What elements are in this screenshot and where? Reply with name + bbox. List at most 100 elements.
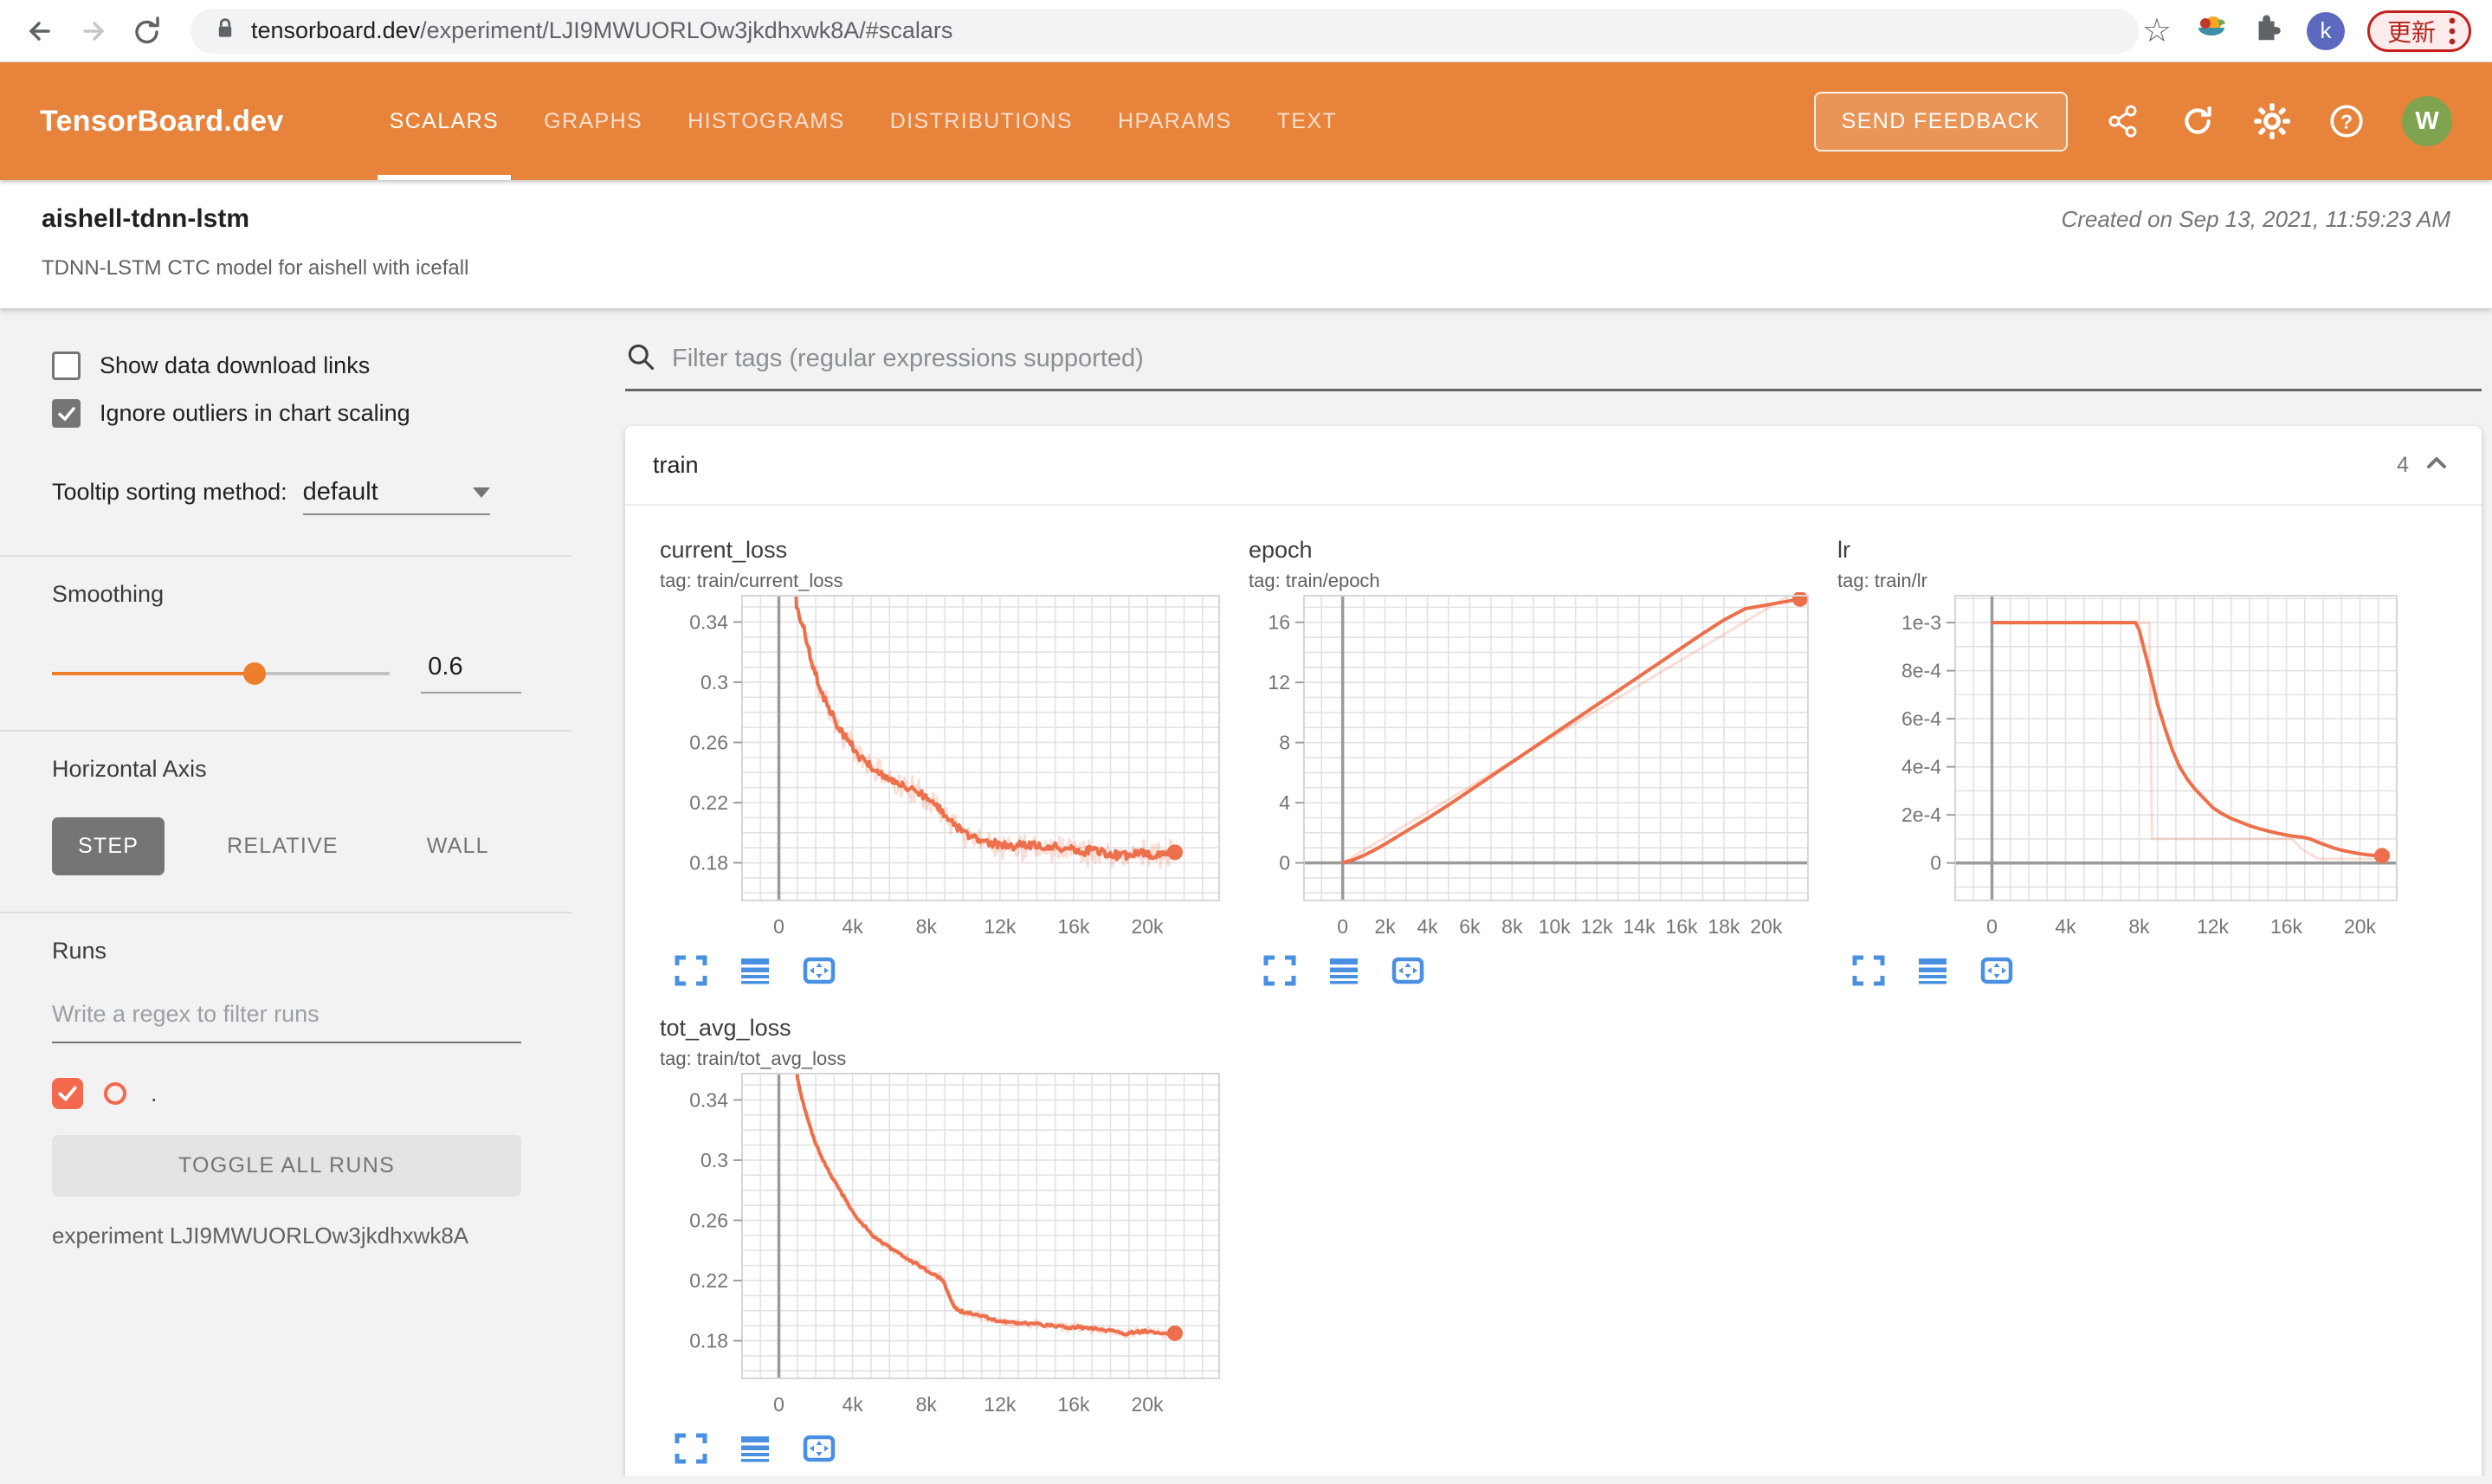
nav-tabs: SCALARS GRAPHS HISTOGRAMS DISTRIBUTIONS …: [367, 62, 1359, 180]
help-icon[interactable]: ?: [2327, 102, 2366, 140]
tag-filter-row: [625, 341, 2482, 391]
smoothing-slider[interactable]: [52, 661, 391, 685]
data-table-icon[interactable]: [1915, 953, 1950, 992]
runs-filter-input[interactable]: [52, 1001, 521, 1043]
svg-text:0.18: 0.18: [689, 1330, 728, 1352]
svg-text:0: 0: [773, 1393, 784, 1416]
run-checkbox[interactable]: [52, 1078, 83, 1109]
svg-text:0: 0: [1279, 852, 1290, 874]
checkbox-unchecked-icon[interactable]: [52, 352, 81, 380]
back-icon[interactable]: [21, 12, 59, 50]
tab-distributions[interactable]: DISTRIBUTIONS: [868, 62, 1095, 180]
tag-filter-input[interactable]: [672, 345, 2482, 373]
tab-hparams[interactable]: HPARAMS: [1095, 62, 1255, 180]
data-table-icon[interactable]: [1327, 953, 1361, 992]
expand-chart-icon[interactable]: [674, 953, 708, 992]
chart-title: current_loss: [660, 537, 788, 563]
experiment-description: TDNN-LSTM CTC model for aishell with ice…: [42, 256, 469, 280]
svg-text:4e-4: 4e-4: [1901, 756, 1941, 778]
axis-wall-button[interactable]: WALL: [401, 817, 515, 875]
svg-text:20k: 20k: [1131, 915, 1164, 938]
svg-text:2k: 2k: [1374, 915, 1396, 938]
svg-text:16: 16: [1268, 611, 1290, 634]
tooltip-sorting-label: Tooltip sorting method:: [52, 479, 287, 505]
tensorboard-header: TensorBoard.dev SCALARS GRAPHS HISTOGRAM…: [0, 62, 2492, 180]
tab-histograms[interactable]: HISTOGRAMS: [665, 62, 868, 180]
tab-graphs[interactable]: GRAPHS: [521, 62, 665, 180]
extensions-puzzle-icon[interactable]: [2251, 12, 2284, 49]
chart-tag: tag: train/current_loss: [660, 570, 843, 591]
svg-text:8k: 8k: [1501, 915, 1523, 938]
data-table-icon[interactable]: [738, 953, 772, 992]
group-name: train: [653, 451, 699, 478]
browser-profile-avatar[interactable]: k: [2306, 11, 2345, 50]
svg-text:0.34: 0.34: [689, 1088, 728, 1111]
svg-text:0: 0: [1337, 915, 1348, 938]
chart-plot[interactable]: 0.34 0.3 0.26 0.22 0.18 0 4k 8k 12k 16k 20k: [660, 592, 1231, 942]
slider-thumb[interactable]: [243, 661, 267, 685]
tab-text[interactable]: TEXT: [1255, 62, 1360, 180]
expand-chart-icon[interactable]: [1851, 953, 1886, 992]
fit-domain-icon[interactable]: [802, 953, 836, 992]
chevron-up-icon[interactable]: [2423, 449, 2450, 481]
brand-logo[interactable]: TensorBoard.dev: [40, 105, 284, 139]
runs-label: Runs: [52, 938, 107, 964]
chart-tag: tag: train/epoch: [1249, 570, 1380, 591]
svg-text:8: 8: [1279, 732, 1290, 754]
share-icon[interactable]: [2104, 102, 2142, 140]
expand-chart-icon[interactable]: [1262, 953, 1297, 992]
run-color-swatch: [104, 1082, 126, 1105]
fit-domain-icon[interactable]: [1979, 953, 2014, 992]
chart-tag: tag: train/lr: [1837, 570, 1927, 591]
user-avatar[interactable]: W: [2402, 96, 2452, 146]
chrome-update-button[interactable]: 更新: [2366, 10, 2471, 52]
toggle-all-runs-button[interactable]: TOGGLE ALL RUNS: [52, 1135, 521, 1197]
data-table-icon[interactable]: [738, 1431, 772, 1470]
settings-gear-icon[interactable]: [2253, 102, 2291, 140]
checkbox-checked-icon[interactable]: [52, 399, 81, 428]
browser-menu-icon[interactable]: [2448, 16, 2456, 46]
send-feedback-button[interactable]: SEND FEEDBACK: [1813, 91, 2068, 152]
forward-icon[interactable]: [74, 12, 113, 50]
smoothing-value-field[interactable]: 0.6: [421, 653, 521, 694]
svg-text:20k: 20k: [1131, 1393, 1164, 1416]
ignore-outliers-checkbox[interactable]: Ignore outliers in chart scaling: [52, 399, 521, 428]
chart-epoch: epoch tag: train/epoch 16 12 8 4 0 0 2k 4k 6k 8k 10k…: [1249, 537, 1830, 992]
svg-text:?: ?: [2340, 110, 2353, 132]
expand-chart-icon[interactable]: [674, 1431, 708, 1470]
chart-current_loss: current_loss tag: train/current_loss 0.34 0…: [660, 537, 1242, 992]
chart-plot[interactable]: 0.34 0.3 0.26 0.22 0.18 0 4k 8k 12k 16k 20k: [660, 1070, 1231, 1420]
fit-domain-icon[interactable]: [802, 1431, 836, 1470]
svg-text:6k: 6k: [1459, 915, 1481, 938]
axis-step-button[interactable]: STEP: [52, 817, 165, 875]
group-chart-count: 4: [2397, 452, 2409, 477]
axis-relative-button[interactable]: RELATIVE: [201, 817, 365, 875]
svg-text:0.22: 0.22: [689, 1269, 728, 1292]
experiment-id-label: experiment LJI9MWUORLOw3jkdhxwk8A: [52, 1223, 469, 1248]
tab-scalars[interactable]: SCALARS: [367, 62, 522, 180]
extension-app-icon[interactable]: [2194, 11, 2229, 50]
address-bar[interactable]: tensorboard.dev/experiment/LJI9MWUORLOw3…: [190, 8, 2139, 54]
browser-toolbar: tensorboard.dev/experiment/LJI9MWUORLOw3…: [0, 0, 2492, 62]
reload-icon[interactable]: [128, 12, 166, 50]
chart-plot[interactable]: 1e-3 8e-4 6e-4 4e-4 2e-4 0 0 4k 8k 12k 16k 20k: [1837, 592, 2409, 942]
train-group-card: train 4 current_loss tag: train/current_l…: [625, 426, 2482, 1476]
show-download-links-checkbox[interactable]: Show data download links: [52, 352, 521, 380]
refresh-icon[interactable]: [2179, 102, 2217, 140]
chart-plot[interactable]: 16 12 8 4 0 0 2k 4k 6k 8k 10k 12k 14k 16k 18k 20k: [1249, 590, 1820, 942]
search-icon: [625, 341, 656, 377]
bookmark-star-icon[interactable]: ☆: [2142, 15, 2172, 48]
svg-text:16k: 16k: [1057, 1393, 1090, 1416]
svg-text:0.26: 0.26: [689, 731, 728, 753]
experiment-name: aishell-tdnn-lstm: [42, 204, 250, 233]
svg-text:12k: 12k: [2197, 915, 2230, 938]
svg-text:0: 0: [773, 915, 784, 938]
run-name: .: [151, 1080, 158, 1107]
tooltip-sorting-select[interactable]: default: [302, 478, 490, 515]
svg-text:0: 0: [1986, 915, 1998, 938]
train-group-header[interactable]: train 4: [625, 426, 2482, 506]
svg-text:6e-4: 6e-4: [1901, 707, 1941, 730]
chart-lr: lr tag: train/lr 1e-3 8e-4 6e-4 4e-4 2e-4 0 0 4k 8…: [1837, 537, 2419, 992]
chart-toolbar: [1249, 953, 1830, 992]
fit-domain-icon[interactable]: [1391, 953, 1425, 992]
